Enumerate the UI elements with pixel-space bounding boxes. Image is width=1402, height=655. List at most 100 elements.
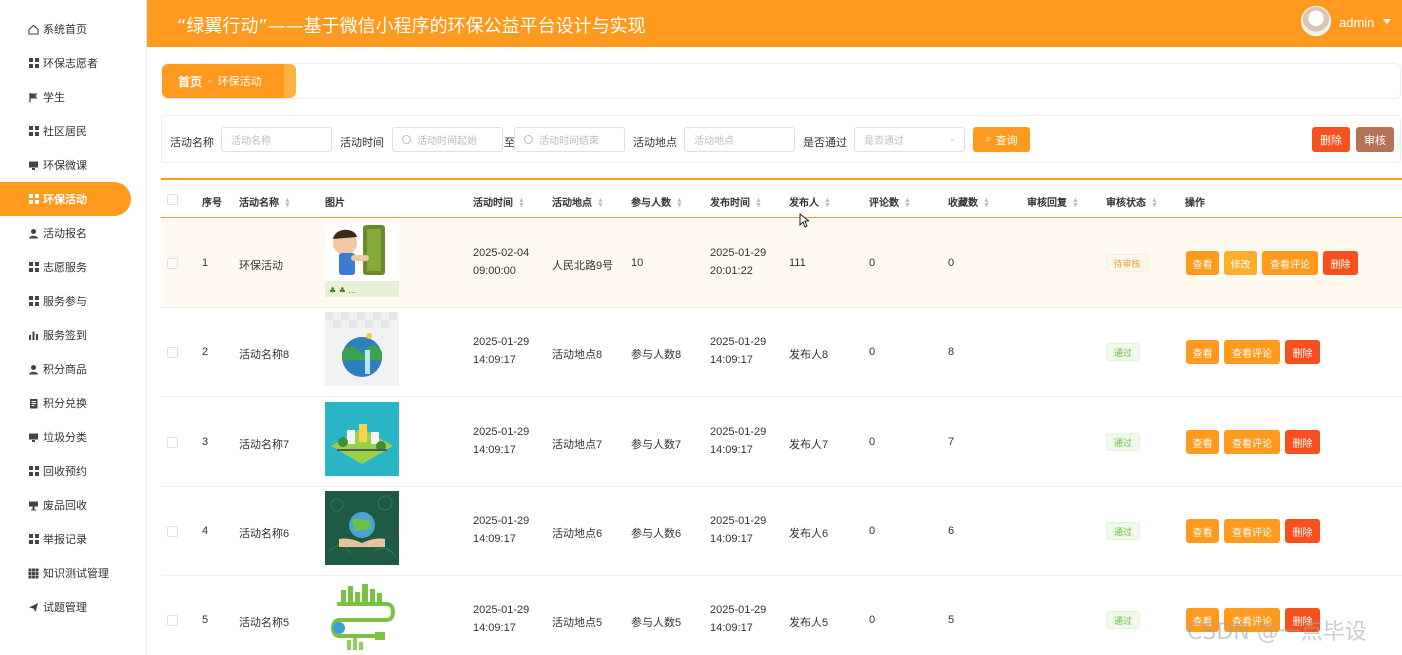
sidebar-item-label: 积分兑换: [43, 398, 87, 410]
row-checkbox[interactable]: [167, 615, 178, 626]
col-name[interactable]: 活动名称 ▲ ▼: [239, 194, 291, 209]
sort-icon[interactable]: ▲ ▼: [983, 197, 990, 209]
review-button[interactable]: 审核: [1356, 127, 1394, 152]
sort-icon[interactable]: ▲ ▼: [1151, 197, 1158, 209]
view-button[interactable]: 查看: [1186, 430, 1219, 454]
breadcrumb-separator: -: [208, 75, 212, 87]
user-name[interactable]: admin: [1339, 15, 1374, 30]
sidebar-item-15[interactable]: 举报记录: [0, 522, 131, 556]
activity-place-input[interactable]: 活动地点: [684, 127, 795, 152]
select-all-checkbox[interactable]: [167, 194, 178, 205]
grid-icon: [28, 126, 39, 137]
view-button[interactable]: 查看: [1186, 519, 1219, 543]
cell-place: 活动地点5: [552, 617, 603, 629]
sidebar-item-2[interactable]: 学生: [0, 80, 131, 114]
sidebar-item-12[interactable]: 垃圾分类: [0, 420, 131, 454]
sort-icon[interactable]: ▲ ▼: [518, 197, 525, 209]
col-status[interactable]: 审核状态 ▲ ▼: [1106, 194, 1158, 209]
row-checkbox[interactable]: [167, 347, 178, 358]
cell-count: 参与人数7: [631, 439, 682, 451]
view-comments-button[interactable]: 查看评论: [1224, 430, 1280, 454]
sidebar-item-13[interactable]: 回收预约: [0, 454, 131, 488]
cell-favorites: 8: [948, 346, 955, 358]
sidebar-item-6[interactable]: 活动报名: [0, 216, 131, 250]
sidebar-item-0[interactable]: 系统首页: [0, 12, 131, 46]
breadcrumb-home[interactable]: 首页: [178, 73, 202, 90]
view-comments-button[interactable]: 查看评论: [1224, 519, 1280, 543]
sort-icon[interactable]: ▲ ▼: [824, 197, 831, 209]
delete-button[interactable]: 删除: [1285, 430, 1320, 454]
col-reply[interactable]: 审核回复 ▲ ▼: [1027, 194, 1079, 209]
sidebar-item-label: 回收预约: [43, 466, 87, 478]
clock-icon: [402, 135, 411, 144]
view-button[interactable]: 查看: [1186, 340, 1219, 364]
activity-name-label: 活动名称: [170, 137, 214, 149]
user-avatar[interactable]: [1301, 6, 1331, 36]
sidebar-item-label: 学生: [43, 92, 65, 104]
sidebar-item-9[interactable]: 服务签到: [0, 318, 131, 352]
cell-favorites: 7: [948, 436, 955, 448]
sidebar-item-label: 志愿服务: [43, 262, 87, 274]
sidebar-item-3[interactable]: 社区居民: [0, 114, 131, 148]
sidebar-item-17[interactable]: 试题管理: [0, 590, 131, 624]
cell-publish-time: 2025-01-29 14:09:17: [710, 336, 767, 366]
sort-icon[interactable]: ▲ ▼: [904, 197, 911, 209]
sort-icon[interactable]: ▲ ▼: [284, 197, 291, 209]
cell-comments: 0: [869, 257, 876, 269]
sort-icon[interactable]: ▲ ▼: [1072, 197, 1079, 209]
sort-icon[interactable]: ▲ ▼: [676, 197, 683, 209]
sidebar-item-7[interactable]: 志愿服务: [0, 250, 131, 284]
activity-name-input[interactable]: 活动名称: [221, 127, 332, 152]
col-index: 序号: [202, 198, 222, 209]
sidebar-item-label: 活动报名: [43, 228, 87, 240]
view-button[interactable]: 查看: [1186, 251, 1219, 275]
edit-button[interactable]: 修改: [1224, 251, 1257, 275]
query-button[interactable]: ⌕ 查询: [973, 127, 1030, 152]
delete-button[interactable]: 删除: [1323, 251, 1358, 275]
col-publish-time[interactable]: 发布时间 ▲ ▼: [710, 194, 762, 209]
cell-comments: 0: [869, 525, 876, 537]
row-checkbox[interactable]: [167, 437, 178, 448]
time-end-input[interactable]: 活动时间结束: [514, 127, 625, 152]
breadcrumb-bar: 首页 - 环保活动: [161, 63, 1401, 99]
col-comments[interactable]: 评论数 ▲ ▼: [869, 194, 911, 209]
sidebar-item-14[interactable]: 废品回收: [0, 488, 131, 522]
cell-place: 活动地点7: [552, 439, 603, 451]
pass-select[interactable]: 是否通过 ⌄: [854, 127, 965, 152]
sort-icon[interactable]: ▲ ▼: [597, 197, 604, 209]
view-comments-button[interactable]: 查看评论: [1262, 251, 1318, 275]
chevron-down-icon[interactable]: [1383, 19, 1391, 24]
row-checkbox[interactable]: [167, 526, 178, 537]
top-header: “绿翼行动”——基于微信小程序的环保公益平台设计与实现 admin: [147, 0, 1402, 47]
col-time[interactable]: 活动时间 ▲ ▼: [473, 194, 525, 209]
time-start-input[interactable]: 活动时间起始: [392, 127, 503, 152]
delete-button[interactable]: 删除: [1285, 340, 1320, 364]
bar-chart-icon: [28, 330, 39, 341]
col-favorites[interactable]: 收藏数 ▲ ▼: [948, 194, 990, 209]
col-count[interactable]: 参与人数 ▲ ▼: [631, 194, 683, 209]
cell-name: 活动名称5: [239, 617, 290, 629]
cell-index: 5: [202, 614, 209, 626]
row-checkbox[interactable]: [167, 258, 178, 269]
sidebar-item-1[interactable]: 环保志愿者: [0, 46, 131, 80]
activity-image: [325, 580, 399, 654]
cell-name: 活动名称7: [239, 439, 290, 451]
sidebar-item-label: 废品回收: [43, 500, 87, 512]
sidebar-item-16[interactable]: 知识测试管理: [0, 556, 131, 590]
batch-delete-button[interactable]: 删除: [1312, 127, 1350, 152]
view-comments-button[interactable]: 查看评论: [1224, 340, 1280, 364]
col-place[interactable]: 活动地点 ▲ ▼: [552, 194, 604, 209]
search-icon: ⌕: [985, 133, 992, 145]
sidebar-item-8[interactable]: 服务参与: [0, 284, 131, 318]
sidebar-item-10[interactable]: 积分商品: [0, 352, 131, 386]
col-publisher[interactable]: 发布人 ▲ ▼: [789, 194, 831, 209]
table-row: 3 活动名称7 2025-01-29 14:09:17 活动地点7 参与人数7 2025-…: [161, 399, 1402, 487]
sidebar-item-label: 服务参与: [43, 296, 87, 308]
delete-button[interactable]: 删除: [1285, 519, 1320, 543]
sidebar-item-label: 环保活动: [43, 194, 87, 206]
monitor-icon: [28, 432, 39, 443]
sidebar-item-4[interactable]: 环保微课: [0, 148, 131, 182]
sidebar-item-11[interactable]: 积分兑换: [0, 386, 131, 420]
sidebar-item-5[interactable]: 环保活动: [0, 182, 131, 216]
sort-icon[interactable]: ▲ ▼: [755, 197, 762, 209]
